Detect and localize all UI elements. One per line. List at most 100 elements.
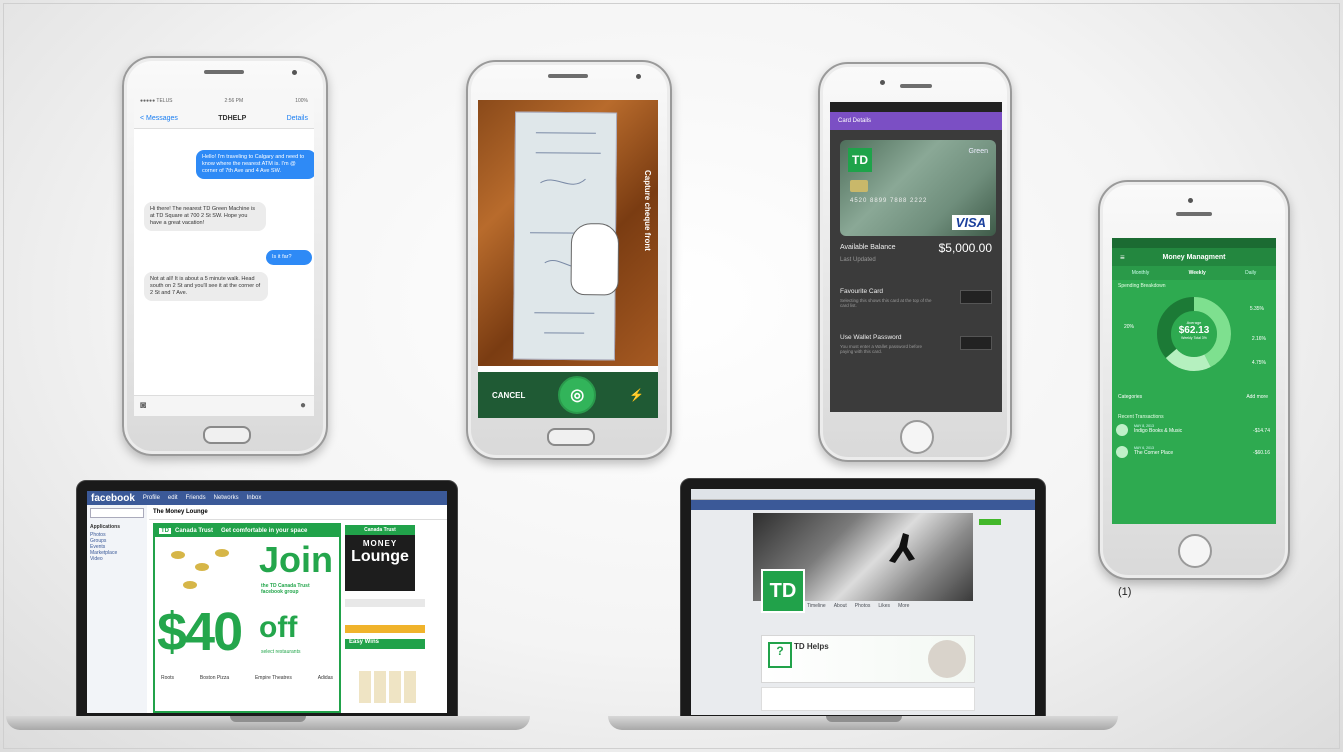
camera-icon[interactable]: ◎ — [558, 376, 597, 414]
status-bar — [830, 102, 1002, 112]
pct-left: 20% — [1124, 324, 1135, 330]
card-number: 4520 8899 7888 2222 — [850, 198, 928, 204]
donut-center: Average $62.13 Weekly Total 3% — [1154, 320, 1234, 340]
nav-profile[interactable]: Profile — [143, 495, 160, 501]
off-subtext: select restaurants — [261, 649, 301, 655]
messages-nav: < Messages TDHELP Details — [134, 108, 314, 129]
message-bubble-in: Hi there! The nearest TD Green Machine i… — [144, 202, 266, 231]
tx-amount: -$14.74 — [1253, 428, 1270, 434]
tab-more[interactable]: More — [898, 603, 909, 609]
facebook-nav — [691, 500, 1035, 510]
favourite-card-toggle[interactable] — [960, 290, 992, 304]
info-line — [345, 599, 425, 607]
join-subtext: the TD Canada Trust facebook group — [261, 583, 310, 595]
footnote-marker: (1) — [1118, 586, 1132, 598]
available-balance-label: Available Balance — [840, 244, 896, 251]
available-balance-value: $5,000.00 — [938, 241, 992, 255]
brand-name: Canada Trust — [345, 525, 415, 535]
camera-dot — [636, 74, 641, 79]
off-text: off — [259, 611, 298, 644]
tab-likes[interactable]: Likes — [878, 603, 890, 609]
sidebar-item-video[interactable]: Video — [90, 556, 144, 562]
gift-cards-grid — [359, 671, 419, 703]
microphone-icon[interactable]: ● — [300, 400, 306, 411]
phone-cheque-capture: Capture cheque front CANCEL ◎ ⚡ — [466, 60, 672, 460]
phone-card-details: Card Details TD Green 4520 8899 7888 222… — [818, 62, 1012, 462]
money-body: Spending Breakdown Average $62.13 Weekly… — [1112, 280, 1276, 524]
tab-weekly[interactable]: Weekly — [1189, 270, 1206, 276]
lounge-word: Lounge — [351, 548, 409, 565]
categories-label: Categories — [1118, 394, 1143, 400]
td-helps-banner[interactable]: ? TD Helps — [761, 635, 975, 683]
wallet-password-label: Use Wallet Password — [840, 334, 902, 341]
transaction-row[interactable]: MAY 8, 2013 Indigo Books & Music -$14.74 — [1118, 424, 1270, 434]
visa-logo: VISA — [951, 215, 990, 230]
money-header: ≡ Money Managment — [1112, 248, 1276, 266]
promo-bar[interactable] — [345, 625, 425, 633]
forty-off-amount: $40 — [157, 602, 243, 662]
messages-screen: ●●●●● TELUS 2:56 PM 100% < Messages TDHELP… — [134, 94, 314, 416]
menu-icon[interactable]: ≡ — [1120, 253, 1125, 262]
search-input[interactable] — [90, 508, 144, 518]
td-logo[interactable]: TD — [761, 569, 805, 613]
wallet-password-desc: You must enter a Wallet password before … — [840, 344, 922, 354]
post-composer[interactable] — [761, 687, 975, 711]
facebook-logo[interactable]: facebook — [91, 493, 135, 504]
message-bubble-out: Is it far? — [266, 250, 312, 265]
add-more-button[interactable]: Add more — [1246, 394, 1268, 400]
favourite-card-desc: Selecting this shows this card at the to… — [840, 298, 932, 308]
speaker — [204, 70, 244, 74]
logo-roots: Roots — [161, 675, 175, 681]
home-button[interactable] — [900, 420, 934, 454]
camera-toolbar: CANCEL ◎ ⚡ — [478, 372, 658, 418]
td-helps-icon: ? — [768, 642, 792, 668]
card-details-body: TD Green 4520 8899 7888 2222 VISA Availa… — [830, 130, 1002, 412]
wallet-password-toggle[interactable] — [960, 336, 992, 350]
money-lounge-ad[interactable]: TD Canada Trust Get comfortable in your … — [153, 523, 341, 713]
card-tier: Green — [968, 148, 988, 155]
back-button[interactable]: < Messages — [140, 115, 178, 122]
message-bubble-out: Hello! I'm traveling to Calgary and need… — [196, 150, 314, 179]
facebook-screen: facebook Profile edit Friends Networks I… — [87, 491, 447, 713]
tab-timeline[interactable]: Timeline — [807, 603, 826, 609]
home-button[interactable] — [1178, 534, 1212, 568]
nav-friends[interactable]: Friends — [186, 495, 206, 501]
easy-wins-button[interactable]: Easy Wins — [345, 639, 425, 649]
message-compose-bar[interactable]: ◙ ● — [134, 395, 314, 416]
favourite-card-row: Favourite Card Selecting this shows this… — [840, 288, 936, 308]
like-button[interactable] — [979, 519, 1001, 525]
tab-daily[interactable]: Daily — [1245, 270, 1256, 276]
laptop-notch — [230, 716, 306, 722]
tab-monthly[interactable]: Monthly — [1132, 270, 1150, 276]
camera-icon[interactable]: ◙ — [140, 400, 146, 411]
tab-photos[interactable]: Photos — [855, 603, 871, 609]
nav-inbox[interactable]: Inbox — [247, 495, 262, 501]
tab-about[interactable]: About — [834, 603, 847, 609]
credit-card: TD Green 4520 8899 7888 2222 VISA — [840, 140, 996, 236]
money-lounge-logo[interactable]: Canada Trust MONEY Lounge — [345, 525, 415, 591]
laptop-td-helps: TD Timeline About Photos Likes More ? TD… — [680, 478, 1046, 718]
flash-off-icon[interactable]: ⚡ — [629, 388, 644, 402]
camera-dot — [880, 80, 885, 85]
facebook-nav: facebook Profile edit Friends Networks I… — [87, 491, 447, 505]
transaction-row[interactable]: MAY 6, 2013 The Corner Place -$60.16 — [1118, 446, 1270, 456]
td-helps-title: TD Helps — [794, 642, 829, 651]
speaker — [900, 84, 932, 88]
money-title: Money Managment — [1162, 253, 1226, 261]
home-button[interactable] — [547, 428, 595, 446]
details-button[interactable]: Details — [287, 115, 308, 122]
cancel-button[interactable]: CANCEL — [492, 391, 525, 400]
pct-bottom-right: 4.75% — [1251, 360, 1266, 366]
nav-edit[interactable]: edit — [168, 495, 178, 501]
nav-networks[interactable]: Networks — [214, 495, 239, 501]
tx-name: The Corner Place — [1134, 450, 1174, 456]
logo-adidas: Adidas — [317, 675, 333, 681]
tx-amount: -$60.16 — [1253, 450, 1270, 456]
td-helps-screen: TD Timeline About Photos Likes More ? TD… — [691, 489, 1035, 715]
camera-dot — [292, 70, 297, 75]
conversation-title: TDHELP — [218, 114, 247, 122]
card-details-header: Card Details — [830, 112, 1002, 130]
logo-empire: Empire Theatres — [254, 675, 292, 681]
laptop-facebook: facebook Profile edit Friends Networks I… — [76, 480, 458, 718]
home-button[interactable] — [203, 426, 251, 444]
